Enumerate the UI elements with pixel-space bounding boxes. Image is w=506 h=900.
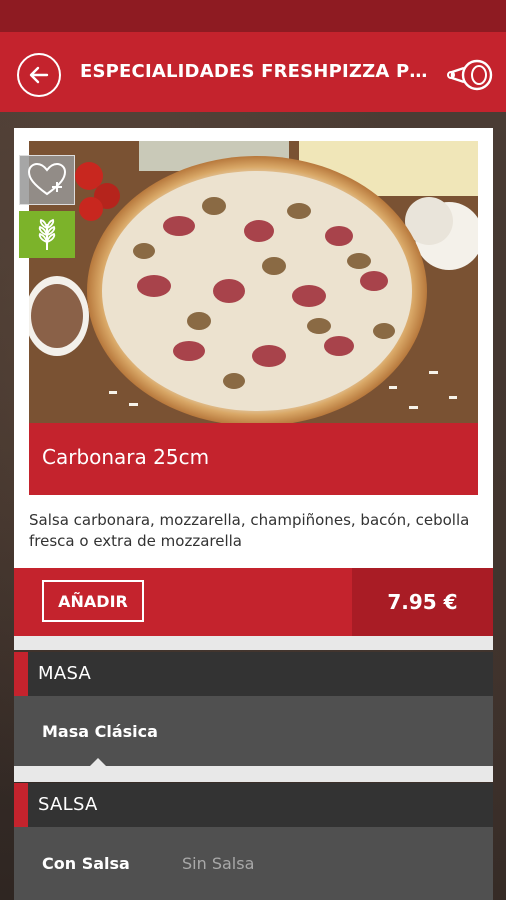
arrow-left-circle-icon bbox=[29, 66, 49, 84]
divider bbox=[14, 766, 493, 782]
section-options-masa: Masa Clásica bbox=[14, 696, 493, 766]
ham-icon[interactable] bbox=[445, 56, 495, 94]
product-name: Carbonara 25cm bbox=[42, 445, 210, 469]
divider bbox=[14, 636, 493, 650]
section-title: SALSA bbox=[38, 794, 98, 815]
wheat-icon bbox=[38, 218, 56, 250]
favorite-button[interactable] bbox=[19, 155, 75, 205]
add-row: AÑADIR 7.95 € bbox=[14, 568, 493, 636]
add-button[interactable]: AÑADIR bbox=[42, 580, 144, 622]
ham-leg-icon bbox=[447, 59, 493, 91]
heart-plus-icon bbox=[27, 162, 67, 196]
back-button[interactable] bbox=[17, 53, 61, 97]
section-header-masa: MASA bbox=[14, 652, 493, 696]
page-title: ESPECIALIDADES FRESHPIZZA PEQUEÑAS bbox=[80, 61, 435, 82]
product-card bbox=[14, 128, 493, 568]
status-bar bbox=[0, 0, 506, 32]
option-sin-salsa[interactable]: Sin Salsa bbox=[182, 827, 254, 900]
section-title: MASA bbox=[38, 663, 92, 684]
price-label: 7.95 € bbox=[352, 568, 493, 636]
selected-indicator bbox=[90, 758, 106, 766]
vegetarian-badge bbox=[19, 211, 75, 258]
product-name-band: Carbonara 25cm bbox=[29, 423, 478, 495]
option-con-salsa[interactable]: Con Salsa bbox=[42, 827, 130, 900]
section-header-salsa: SALSA bbox=[14, 783, 493, 827]
pizza-photo bbox=[29, 141, 478, 423]
section-options-salsa: Con Salsa Sin Salsa bbox=[14, 827, 493, 900]
option-masa-clasica[interactable]: Masa Clásica bbox=[42, 696, 158, 766]
section-accent bbox=[14, 652, 28, 696]
product-description: Salsa carbonara, mozzarella, champiñones… bbox=[29, 511, 470, 550]
app-bar: ESPECIALIDADES FRESHPIZZA PEQUEÑAS bbox=[0, 32, 506, 112]
product-image bbox=[29, 141, 478, 423]
section-accent bbox=[14, 783, 28, 827]
